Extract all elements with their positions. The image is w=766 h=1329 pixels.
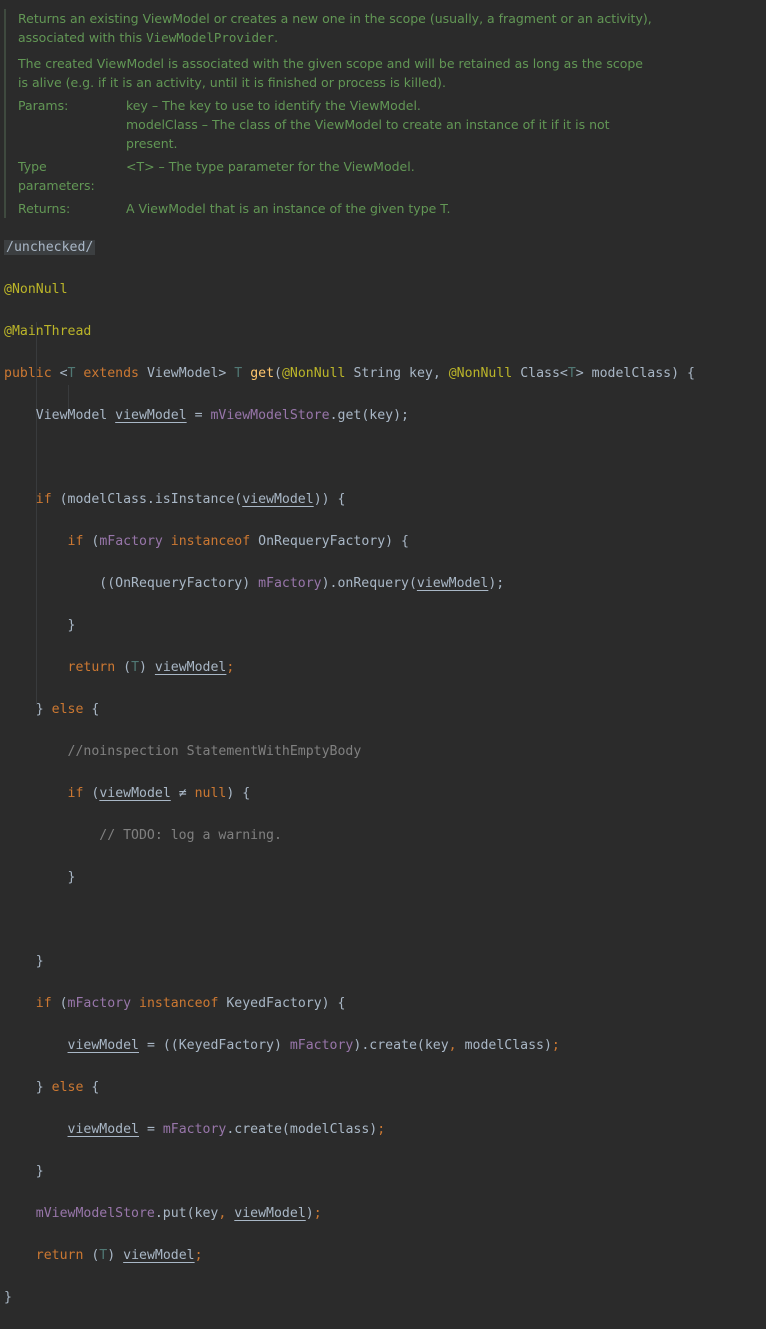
code-editor[interactable]: /unchecked/ @NonNull @MainThread public …	[0, 216, 766, 1329]
doc-type-param-t: <T> – The type parameter for the ViewMod…	[126, 159, 415, 174]
doc-type-params-label: Type parameters:	[18, 159, 95, 193]
code-line: } else {	[35, 1080, 100, 1095]
code-line: ViewModel viewModel = mViewModelStore.ge…	[35, 408, 409, 423]
code-line: if (mFactory instanceof KeyedFactory) {	[35, 996, 346, 1011]
folded-unchecked-comment[interactable]: /unchecked/	[4, 240, 96, 255]
code-line: /unchecked/	[0, 237, 766, 258]
code-line: if (modelClass.isInstance(viewModel)) {	[35, 492, 346, 507]
doc-param-modelclass-1: modelClass – The class of the ViewModel …	[126, 117, 610, 132]
code-line: return (T) viewModel;	[35, 1248, 203, 1263]
doc-description-line-1: Returns an existing ViewModel or creates…	[18, 11, 652, 26]
code-line: }	[35, 954, 44, 969]
code-line: public <T extends ViewModel> T get(@NonN…	[4, 366, 695, 381]
doc-param-key: key – The key to use to identify the Vie…	[126, 98, 421, 113]
method-get: get	[250, 366, 275, 381]
code-line: }	[67, 618, 76, 633]
code-line: }	[35, 1164, 44, 1179]
code-line: // TODO: log a warning.	[99, 828, 282, 843]
code-line: }	[67, 870, 76, 885]
code-line: //noinspection StatementWithEmptyBody	[67, 744, 362, 759]
doc-type-params-row: Type parameters: <T> – The type paramete…	[18, 157, 764, 195]
doc-scope-line-2: is alive (e.g. if it is an activity, unt…	[18, 75, 446, 90]
doc-description-line-2: associated with this ViewModelProvider.	[18, 30, 279, 45]
code-line: @MainThread	[4, 324, 92, 339]
doc-params-values: key – The key to use to identify the Vie…	[126, 96, 764, 153]
code-line: viewModel = ((KeyedFactory) mFactory).cr…	[67, 1038, 560, 1053]
doc-scope-line-1: The created ViewModel is associated with…	[18, 56, 643, 71]
doc-param-modelclass-2: present.	[126, 136, 178, 151]
code-line: ((OnRequeryFactory) mFactory).onRequery(…	[99, 576, 505, 591]
doc-code-viewmodelprovider: ViewModelProvider	[146, 30, 275, 45]
code-line: return (T) viewModel;	[67, 660, 235, 675]
code-line: viewModel = mFactory.create(modelClass);	[67, 1122, 386, 1137]
code-line: if (viewModel ≠ null) {	[67, 786, 251, 801]
code-line: } else {	[35, 702, 100, 717]
javadoc-popup: Returns an existing ViewModel or creates…	[4, 9, 764, 218]
code-line: @NonNull	[4, 282, 68, 297]
code-line: if (mFactory instanceof OnRequeryFactory…	[67, 534, 409, 549]
doc-params-label: Params:	[18, 98, 69, 113]
code-line: mViewModelStore.put(key, viewModel);	[35, 1206, 322, 1221]
doc-params-row: Params: key – The key to use to identify…	[18, 96, 764, 153]
code-line: }	[4, 1290, 12, 1305]
